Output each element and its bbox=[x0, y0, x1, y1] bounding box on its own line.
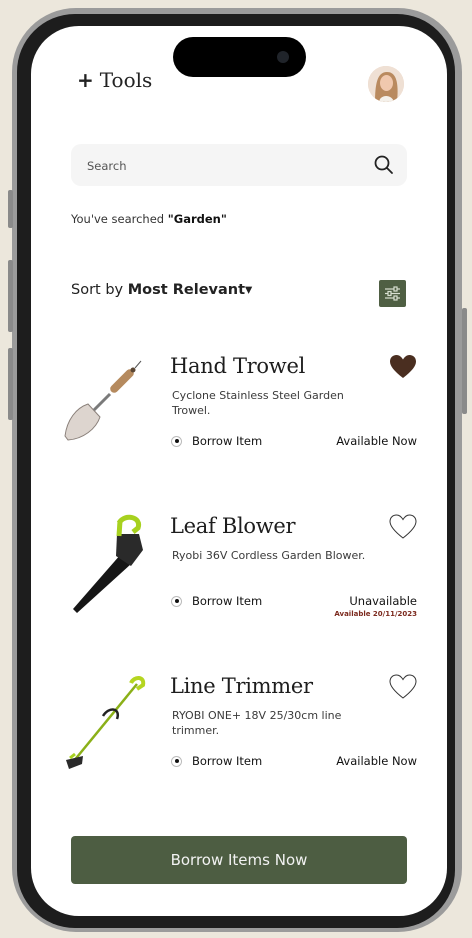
availability-status: Unavailable bbox=[349, 594, 417, 608]
item-description: Cyclone Stainless Steel Garden Trowel. bbox=[172, 389, 344, 417]
filter-button[interactable] bbox=[379, 280, 406, 307]
power-button bbox=[462, 308, 467, 414]
volume-down-button bbox=[8, 348, 13, 420]
chevron-down-icon: ▾ bbox=[245, 282, 253, 298]
heart-filled-icon[interactable] bbox=[389, 354, 417, 380]
add-icon[interactable]: + bbox=[77, 68, 94, 92]
list-item[interactable]: Leaf Blower Ryobi 36V Cordless Garden Bl… bbox=[61, 514, 417, 634]
item-description: RYOBI ONE+ 18V 25/30cm line trimmer. bbox=[172, 709, 342, 737]
item-name: Line Trimmer bbox=[170, 674, 313, 698]
search-input[interactable] bbox=[85, 154, 359, 178]
app-screen: + Tools You've searched "Garden" Sort by… bbox=[31, 26, 447, 916]
sort-label: Sort by bbox=[71, 282, 124, 298]
search-query: "Garden" bbox=[167, 212, 227, 226]
borrow-item-label: Borrow Item bbox=[192, 434, 263, 448]
borrow-item-label: Borrow Item bbox=[192, 754, 263, 768]
item-name: Leaf Blower bbox=[170, 514, 296, 538]
availability-status: Available Now bbox=[336, 754, 417, 768]
radio-icon bbox=[171, 435, 182, 447]
borrow-item-radio[interactable]: Borrow Item bbox=[171, 754, 262, 768]
borrow-item-radio[interactable]: Borrow Item bbox=[171, 434, 262, 448]
volume-up-button bbox=[8, 260, 13, 332]
dynamic-island bbox=[173, 37, 306, 77]
action-button bbox=[8, 190, 13, 228]
heart-outline-icon[interactable] bbox=[389, 514, 417, 540]
list-item[interactable]: Hand Trowel Cyclone Stainless Steel Gard… bbox=[61, 354, 417, 474]
availability-status: Available Now bbox=[336, 434, 417, 448]
line-trimmer-icon bbox=[66, 676, 146, 769]
camera-icon bbox=[277, 51, 289, 63]
available-date: Available 20/11/2023 bbox=[334, 610, 417, 618]
radio-icon bbox=[171, 755, 182, 767]
search-icon[interactable] bbox=[373, 154, 395, 176]
radio-icon bbox=[171, 595, 182, 607]
item-name: Hand Trowel bbox=[170, 354, 305, 378]
leaf-blower-icon bbox=[73, 514, 143, 613]
sort-dropdown[interactable]: Sort by Most Relevant▾ bbox=[71, 282, 252, 298]
list-item[interactable]: Line Trimmer RYOBI ONE+ 18V 25/30cm line… bbox=[61, 674, 417, 794]
filter-icon bbox=[385, 286, 400, 301]
avatar[interactable] bbox=[368, 66, 404, 102]
avatar-image bbox=[368, 66, 404, 102]
trowel-icon bbox=[64, 360, 142, 441]
search-summary-label: You've searched bbox=[71, 212, 165, 226]
borrow-item-radio[interactable]: Borrow Item bbox=[171, 594, 262, 608]
page-title: + Tools bbox=[77, 68, 152, 92]
page-title-text: Tools bbox=[99, 68, 153, 92]
sort-value: Most Relevant bbox=[127, 282, 246, 298]
borrow-item-label: Borrow Item bbox=[192, 594, 263, 608]
item-description: Ryobi 36V Cordless Garden Blower. bbox=[172, 549, 366, 562]
borrow-items-now-button[interactable]: Borrow Items Now bbox=[71, 836, 407, 884]
search-bar bbox=[71, 144, 407, 186]
heart-outline-icon[interactable] bbox=[389, 674, 417, 700]
search-summary: You've searched "Garden" bbox=[71, 212, 227, 226]
